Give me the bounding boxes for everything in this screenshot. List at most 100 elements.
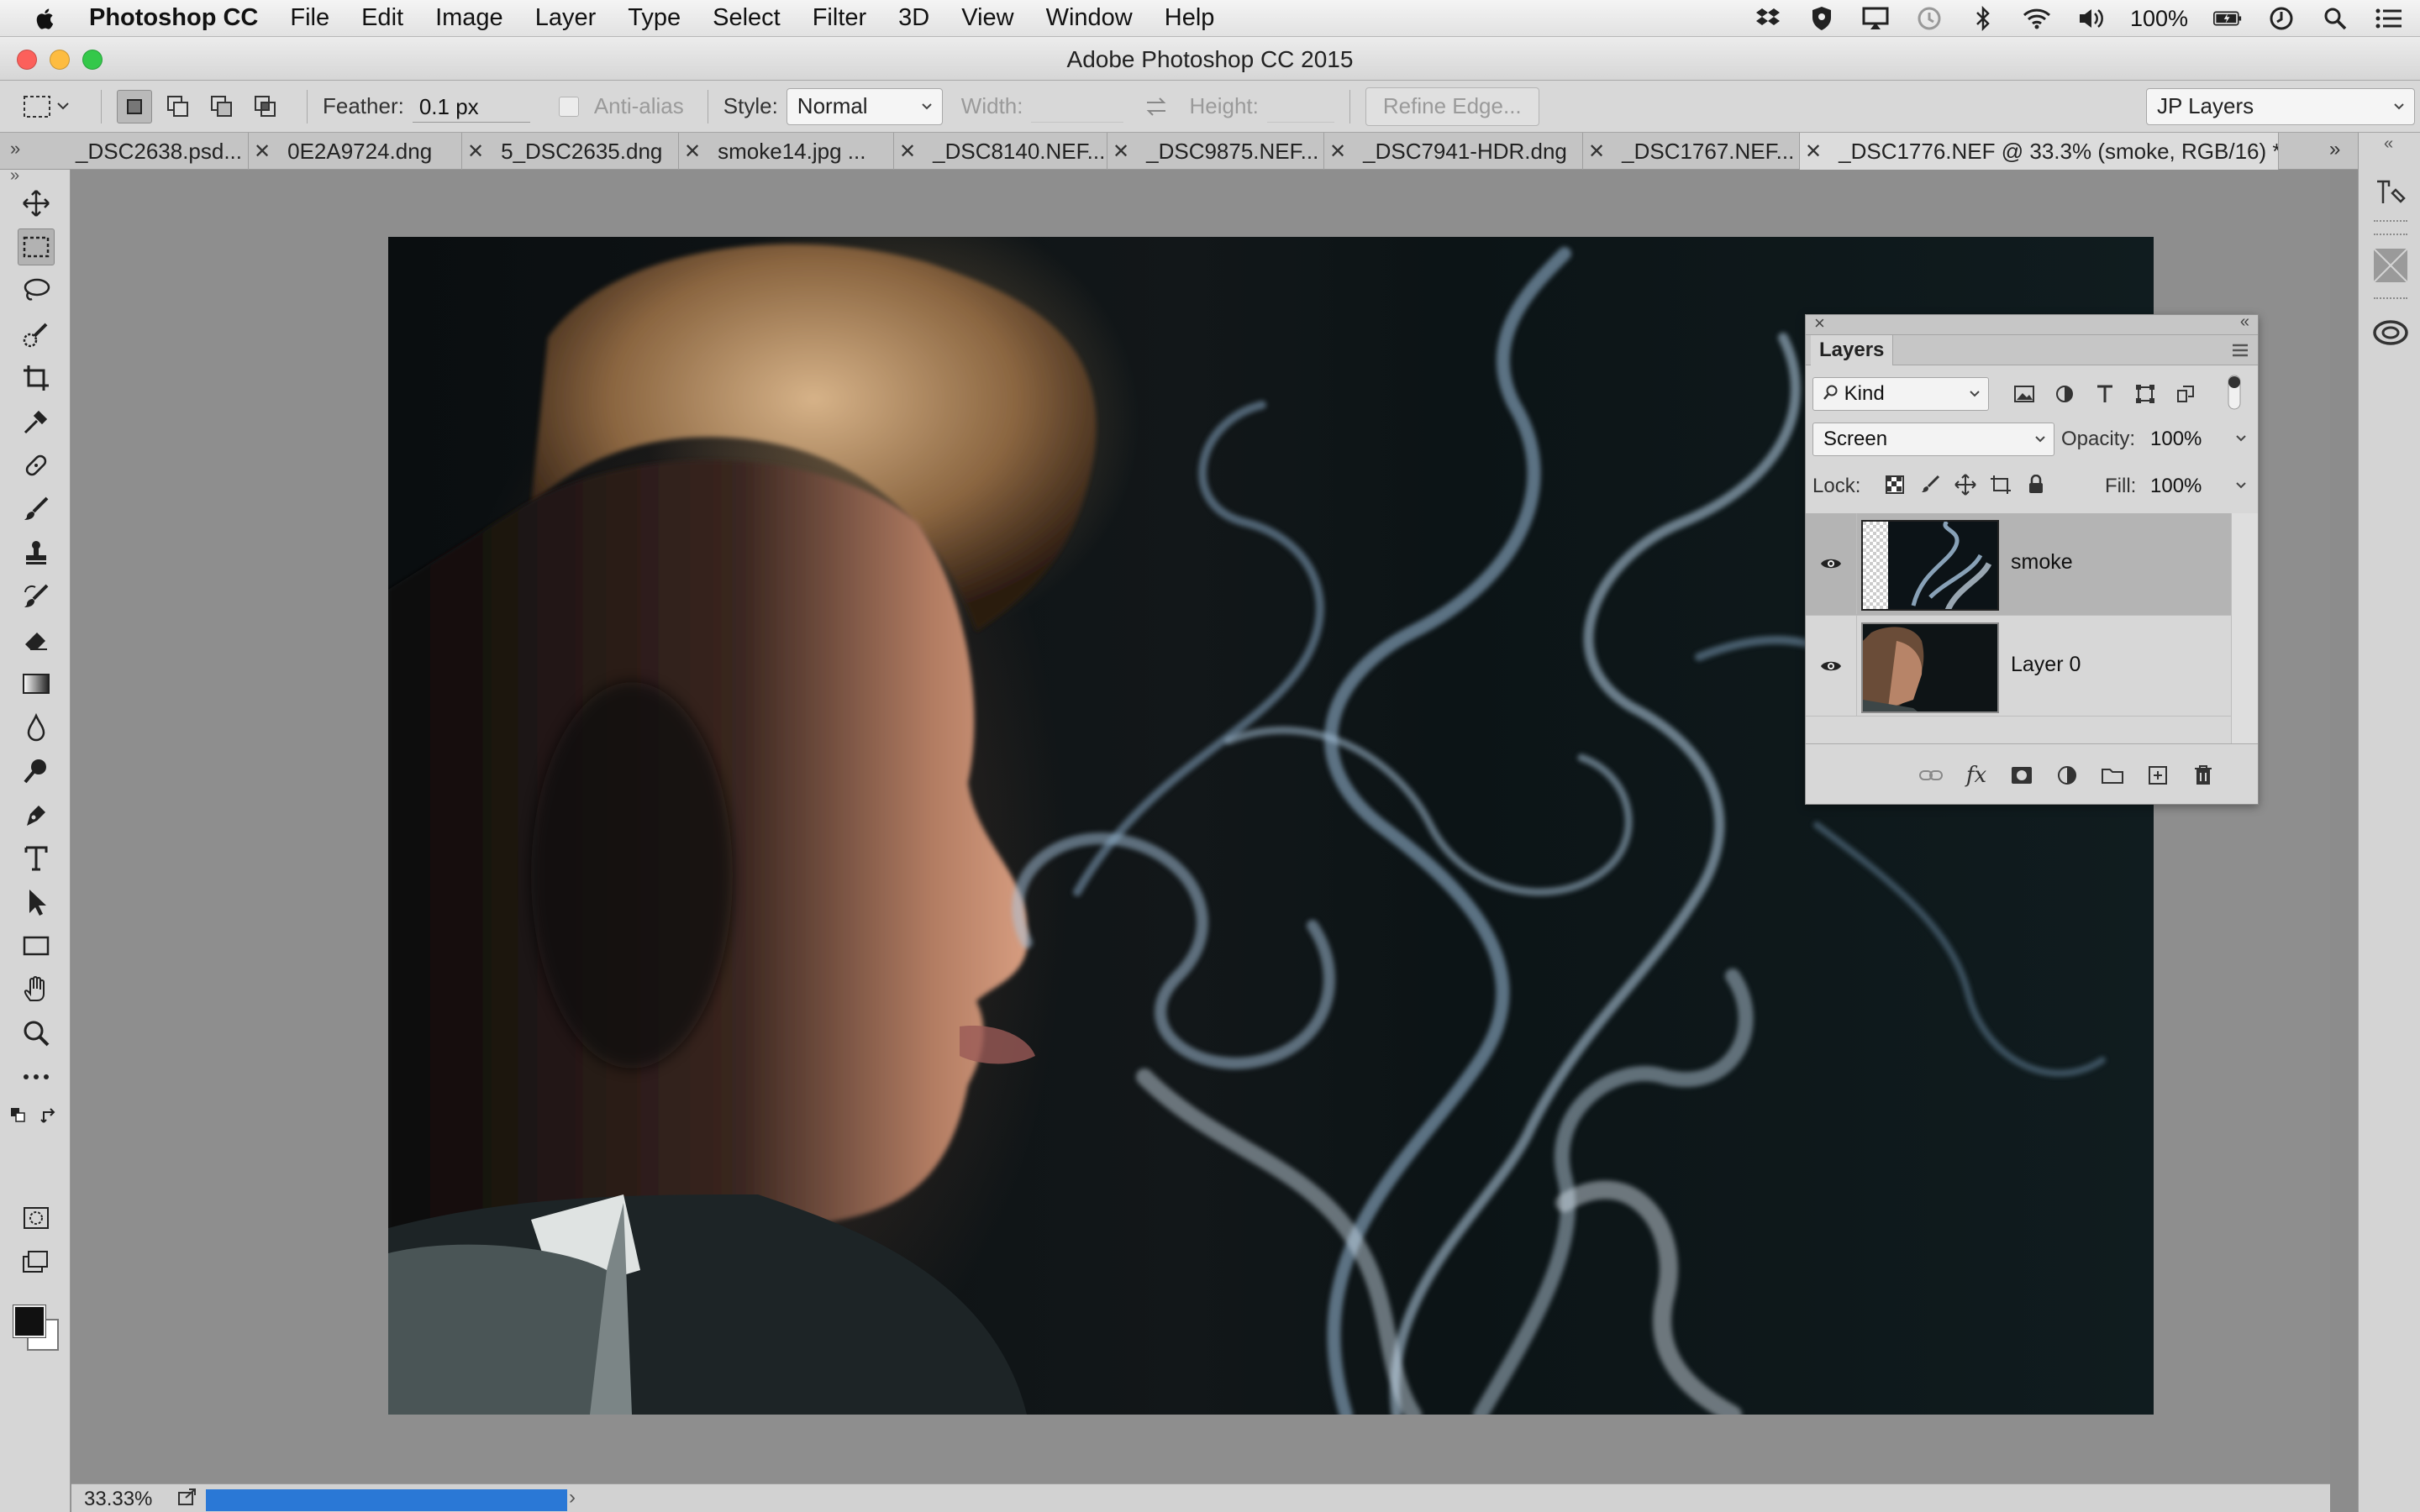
expand-panels-icon[interactable]: » [10, 138, 20, 160]
blur-tool-icon[interactable] [18, 709, 55, 746]
foreground-color-swatch[interactable] [13, 1305, 46, 1338]
clock-icon[interactable] [2267, 6, 2296, 31]
edit-toolbar-icon[interactable] [18, 1058, 55, 1095]
menu-select[interactable]: Select [713, 4, 781, 32]
tool-preset-picker[interactable] [18, 90, 77, 123]
bluetooth-icon[interactable] [1969, 6, 1997, 31]
new-group-folder-icon[interactable] [2098, 761, 2127, 790]
close-tab-icon[interactable]: ✕ [1113, 139, 1129, 164]
panel-menu-icon[interactable] [2231, 342, 2249, 359]
path-selection-tool-icon[interactable] [18, 884, 55, 921]
type-layer-filter-icon[interactable] [2091, 381, 2118, 407]
document-tab[interactable]: _DSC2638.psd... [71, 133, 249, 170]
wifi-icon[interactable] [2023, 6, 2051, 31]
screen-mode-icon[interactable] [18, 1243, 55, 1280]
eye-icon[interactable] [1818, 653, 1844, 680]
lock-artboard-icon[interactable] [1987, 471, 2014, 498]
filter-toggle-icon[interactable] [2224, 374, 2244, 411]
close-tab-icon[interactable]: ✕ [254, 139, 271, 164]
width-field[interactable] [1031, 91, 1124, 123]
menu-image[interactable]: Image [435, 4, 503, 32]
notification-list-icon[interactable] [2375, 6, 2403, 31]
document-tab[interactable]: ✕ _DSC8140.NEF... [894, 133, 1107, 170]
dock-grip[interactable] [2374, 234, 2407, 239]
document-tab[interactable]: ✕ smoke14.jpg ... [679, 133, 894, 170]
style-select[interactable]: Normal [786, 87, 943, 125]
close-tab-icon[interactable]: ✕ [467, 139, 484, 164]
document-tab[interactable]: ✕ _DSC7941-HDR.dng [1324, 133, 1583, 170]
history-brush-tool-icon[interactable] [18, 578, 55, 615]
creative-cloud-libraries-icon[interactable] [2370, 312, 2411, 353]
zoom-tool-icon[interactable] [18, 1015, 55, 1052]
new-layer-icon[interactable] [2144, 761, 2172, 790]
gradient-tool-icon[interactable] [18, 665, 55, 702]
opacity-value[interactable]: 100% [2150, 428, 2202, 451]
pen-tool-icon[interactable] [18, 796, 55, 833]
menu-3d[interactable]: 3D [898, 4, 929, 32]
eyedropper-tool-icon[interactable] [18, 403, 55, 440]
lock-all-icon[interactable] [2023, 471, 2049, 498]
dodge-tool-icon[interactable] [18, 753, 55, 790]
dock-grip[interactable] [2374, 297, 2407, 302]
swap-colors-icon[interactable] [40, 1105, 60, 1126]
height-field[interactable] [1266, 91, 1334, 123]
layers-panel-tab[interactable]: Layers [1811, 335, 1894, 365]
collapse-panel-icon[interactable]: « [2240, 312, 2249, 332]
tab-overflow-icon[interactable]: » [2329, 138, 2340, 161]
feather-field[interactable]: 0.1 px [412, 91, 530, 123]
menu-help[interactable]: Help [1165, 4, 1215, 32]
pixel-layer-filter-icon[interactable] [2011, 381, 2038, 407]
healing-brush-tool-icon[interactable] [18, 447, 55, 484]
panel-header[interactable]: × « [1806, 312, 2258, 335]
apple-icon[interactable] [32, 5, 59, 32]
layer-name[interactable]: Layer 0 [2011, 653, 2081, 677]
shape-layer-filter-icon[interactable] [2132, 381, 2159, 407]
dock-grip[interactable] [2374, 220, 2407, 225]
layer-row-layer-0[interactable]: Layer 0 [1806, 616, 2231, 717]
rectangular-marquee-tool-icon[interactable] [18, 228, 55, 265]
menu-view[interactable]: View [961, 4, 1013, 32]
menu-window[interactable]: Window [1046, 4, 1133, 32]
close-tab-icon[interactable]: ✕ [684, 139, 701, 164]
swap-width-height-icon[interactable] [1139, 90, 1174, 123]
properties-panel-icon[interactable] [2370, 245, 2411, 286]
quick-mask-icon[interactable] [18, 1200, 55, 1236]
opacity-slider-chevron-icon[interactable] [2234, 431, 2248, 444]
anti-alias-checkbox[interactable] [558, 96, 579, 117]
brush-tool-icon[interactable] [18, 491, 55, 528]
fill-slider-chevron-icon[interactable] [2234, 478, 2248, 491]
close-tab-icon[interactable]: ✕ [1588, 139, 1605, 164]
document-workspace[interactable]: × « Layers Kind Screen Opacity: 100% Loc… [71, 170, 2330, 1483]
fill-value[interactable]: 100% [2150, 475, 2202, 498]
battery-icon[interactable] [2213, 6, 2242, 31]
layer-name[interactable]: smoke [2011, 550, 2073, 575]
workspace-switcher[interactable]: JP Layers [2146, 87, 2415, 125]
menu-file[interactable]: File [290, 4, 329, 32]
hand-tool-icon[interactable] [18, 971, 55, 1008]
layer-style-fx-icon[interactable]: fx [1962, 761, 1991, 790]
default-colors-icon[interactable] [10, 1107, 27, 1124]
status-menu-chevron-icon[interactable]: › [569, 1486, 576, 1509]
volume-icon[interactable] [2076, 6, 2105, 31]
document-tab[interactable]: ✕ 5_DSC2635.dng [462, 133, 679, 170]
document-tab[interactable]: ✕ _DSC9875.NEF... [1107, 133, 1324, 170]
menu-edit[interactable]: Edit [361, 4, 403, 32]
quick-selection-tool-icon[interactable] [18, 316, 55, 353]
intersect-selection-button[interactable] [248, 90, 283, 123]
zoom-level-field[interactable]: 33.33% [84, 1488, 152, 1511]
layers-scrollbar[interactable] [2231, 513, 2258, 743]
close-tab-icon[interactable]: ✕ [1805, 139, 1822, 164]
toolbox-collapse-icon[interactable]: » [10, 166, 19, 186]
collapse-dock-icon[interactable]: « [2384, 134, 2393, 154]
adjustment-layer-filter-icon[interactable] [2051, 381, 2078, 407]
layer-row-smoke[interactable]: smoke [1806, 513, 2231, 616]
document-tab[interactable]: ✕ _DSC1767.NEF... [1583, 133, 1800, 170]
paragraph-panel-icon[interactable] [2370, 175, 2411, 215]
vpn-shield-icon[interactable] [1807, 6, 1836, 31]
lock-transparent-pixels-icon[interactable] [1881, 471, 1908, 498]
menu-photoshop[interactable]: Photoshop CC [89, 4, 258, 32]
link-layers-icon[interactable] [1917, 761, 1945, 790]
move-tool-icon[interactable] [18, 185, 55, 222]
crop-tool-icon[interactable] [18, 360, 55, 396]
smart-object-filter-icon[interactable] [2172, 381, 2199, 407]
